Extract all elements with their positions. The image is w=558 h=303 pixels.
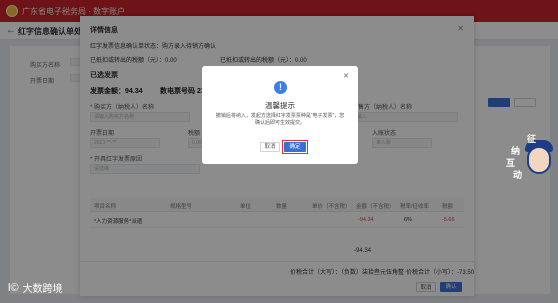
watermark-mark-icon: l© [8,281,19,294]
dialog-confirm-button[interactable]: 确定 [284,142,306,152]
mascot-char-4: 动 [513,170,523,180]
dialog-cancel-button[interactable]: 取消 [260,142,280,152]
confirm-dialog: ✕ ! 温馨提示 撤销后将纳入，发起方选择红字发票票种是“电子发票”，您确认后即… [202,66,358,164]
info-icon: ! [274,81,287,94]
mascot-char-1: 征 [527,134,537,144]
dialog-message: 撤销后将纳入，发起方选择红字发票票种是“电子发票”，您确认后即可生效提交。 [215,113,345,126]
mascot-widget[interactable]: 征 纳 互 动 [505,132,555,184]
dialog-close-icon[interactable]: ✕ [343,72,349,80]
dialog-title: 温馨提示 [265,101,295,110]
watermark-logo: l© 大数跨境 [8,280,63,296]
mascot-face [527,146,551,174]
watermark-text: 大数跨境 [22,284,63,295]
